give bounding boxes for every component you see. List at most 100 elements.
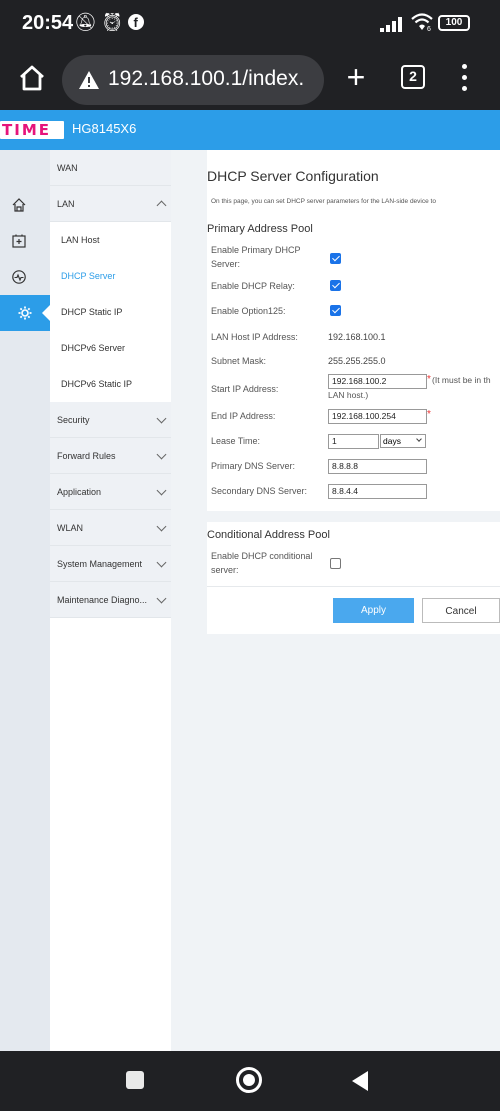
section-title-conditional: Conditional Address Pool <box>207 529 330 541</box>
label-enable-conditional: Enable DHCP conditional server: <box>211 551 313 575</box>
subnav-dhcpv6-static-ip[interactable]: DHCPv6 Static IP <box>50 366 171 402</box>
label-lease-time: Lease Time: <box>211 436 261 446</box>
subnav-lan[interactable]: LAN <box>50 186 171 222</box>
label-subnet-mask: Subnet Mask: <box>211 356 267 366</box>
chevron-down-icon <box>156 449 167 460</box>
subnav-system-management[interactable]: System Management <box>50 546 171 582</box>
lease-time-input[interactable]: 1 <box>328 434 379 449</box>
subnav-label: DHCPv6 Server <box>61 343 126 353</box>
cancel-button[interactable]: Cancel <box>422 598 500 623</box>
warning-icon <box>79 71 99 89</box>
subnav-label: Application <box>57 486 102 497</box>
end-ip-input[interactable]: 192.168.100.254 <box>328 409 427 424</box>
section-title-primary: Primary Address Pool <box>207 223 313 235</box>
status-bar: 20:54 🔕︎⏰︎ f 6 100 <box>0 0 500 48</box>
facebook-icon: f <box>127 14 144 30</box>
checkbox-enable-conditional[interactable] <box>330 558 341 569</box>
subnav-label: Security <box>57 414 90 425</box>
status-time: 20:54 <box>22 12 74 34</box>
home-icon <box>12 198 26 212</box>
value-subnet-mask: 255.255.255.0 <box>328 356 386 366</box>
settings-subnav: WAN LAN LAN Host DHCP Server DHCP Static… <box>50 150 171 1051</box>
battery-icon: 100 <box>438 15 470 31</box>
no-bell-icon: 🔕︎ <box>74 12 101 32</box>
subnav-wlan[interactable]: WLAN <box>50 510 171 546</box>
back-button[interactable] <box>352 1071 368 1091</box>
label-secondary-dns: Secondary DNS Server: <box>211 486 308 496</box>
home-icon <box>20 65 44 91</box>
url-text: 192.168.100.1/index. <box>108 67 305 90</box>
lease-unit-select[interactable]: days <box>380 434 426 448</box>
rail-diagnose[interactable] <box>0 259 38 295</box>
chevron-down-icon <box>416 436 422 442</box>
lease-unit-value: days <box>383 436 401 446</box>
subnav-label: WAN <box>57 162 78 173</box>
web-content: TIME HG8145X6 WAN LAN LAN Host DHCP Serv… <box>0 110 500 1051</box>
subnav-dhcpv6-server[interactable]: DHCPv6 Server <box>50 330 171 366</box>
svg-text:6: 6 <box>427 26 431 32</box>
icon-rail <box>0 150 50 1051</box>
subnav-label: Forward Rules <box>57 450 116 461</box>
checkbox-enable-dhcp-relay[interactable] <box>330 280 341 291</box>
subnav-maintenance[interactable]: Maintenance Diagno... <box>50 582 171 618</box>
primary-dns-input[interactable]: 8.8.8.8 <box>328 459 427 474</box>
divider <box>207 586 500 587</box>
tab-switcher-button[interactable]: 2 <box>401 65 425 89</box>
home-nav-button[interactable] <box>236 1067 262 1093</box>
page-title: DHCP Server Configuration <box>207 168 379 184</box>
subnav-dhcp-static-ip[interactable]: DHCP Static IP <box>50 294 171 330</box>
chevron-down-icon <box>156 485 167 496</box>
rail-home[interactable] <box>0 187 38 223</box>
chevron-down-icon <box>156 557 167 568</box>
home-button[interactable] <box>14 60 50 96</box>
plus-icon: + <box>346 59 366 95</box>
browser-toolbar: 192.168.100.1/index. + 2 <box>0 48 500 110</box>
subnav-application[interactable]: Application <box>50 474 171 510</box>
overflow-menu-button[interactable] <box>456 62 472 94</box>
start-ip-input[interactable]: 192.168.100.2 <box>328 374 427 389</box>
subnav-label: DHCP Server <box>61 271 116 281</box>
value-lan-host-ip: 192.168.100.1 <box>328 332 386 342</box>
required-mark: * <box>427 374 431 385</box>
subnav-dhcp-server[interactable]: DHCP Server <box>50 258 171 294</box>
checkbox-enable-option125[interactable] <box>330 305 341 316</box>
rail-add[interactable] <box>0 223 38 259</box>
recents-button[interactable] <box>126 1071 144 1089</box>
page-description: On this page, you can set DHCP server pa… <box>211 198 436 205</box>
subnav-label: LAN <box>57 198 75 209</box>
subnav-lan-host[interactable]: LAN Host <box>50 222 171 258</box>
label-enable-primary-dhcp: Enable Primary DHCP Server: <box>211 245 301 269</box>
subnav-label: Maintenance Diagno... <box>57 594 148 605</box>
label-enable-dhcp-relay: Enable DHCP Relay: <box>211 281 295 291</box>
label-enable-option125: Enable Option125: <box>211 306 286 316</box>
router-model: HG8145X6 <box>72 121 137 136</box>
required-mark: * <box>427 409 431 420</box>
add-box-icon <box>12 234 26 248</box>
label-end-ip: End IP Address: <box>211 411 276 421</box>
subnav-label: WLAN <box>57 522 84 533</box>
rail-settings[interactable] <box>0 295 50 331</box>
label-primary-dns: Primary DNS Server: <box>211 461 296 471</box>
subnav-security[interactable]: Security <box>50 402 171 438</box>
subnav-wan[interactable]: WAN <box>50 150 171 186</box>
brand-logo: TIME <box>0 121 64 139</box>
apply-button[interactable]: Apply <box>333 598 414 623</box>
wifi6-icon: 6 <box>410 12 434 37</box>
gear-icon <box>18 306 32 320</box>
subnav-label: DHCPv6 Static IP <box>61 379 133 389</box>
checkbox-enable-primary-dhcp[interactable] <box>330 253 341 264</box>
address-bar[interactable]: 192.168.100.1/index. <box>62 55 324 105</box>
router-header: TIME HG8145X6 <box>0 110 500 150</box>
subnav-label: DHCP Static IP <box>61 307 123 317</box>
signal-icon <box>380 16 406 32</box>
label-start-ip: Start IP Address: <box>211 384 279 394</box>
chevron-down-icon <box>156 521 167 532</box>
new-tab-button[interactable]: + <box>340 58 372 98</box>
subnav-label: System Management <box>57 558 143 569</box>
subnav-forward-rules[interactable]: Forward Rules <box>50 438 171 474</box>
label-lan-host-ip: LAN Host IP Address: <box>211 332 298 342</box>
chevron-up-icon <box>156 200 167 211</box>
chevron-down-icon <box>156 593 167 604</box>
pulse-icon <box>12 270 26 284</box>
secondary-dns-input[interactable]: 8.8.4.4 <box>328 484 427 499</box>
